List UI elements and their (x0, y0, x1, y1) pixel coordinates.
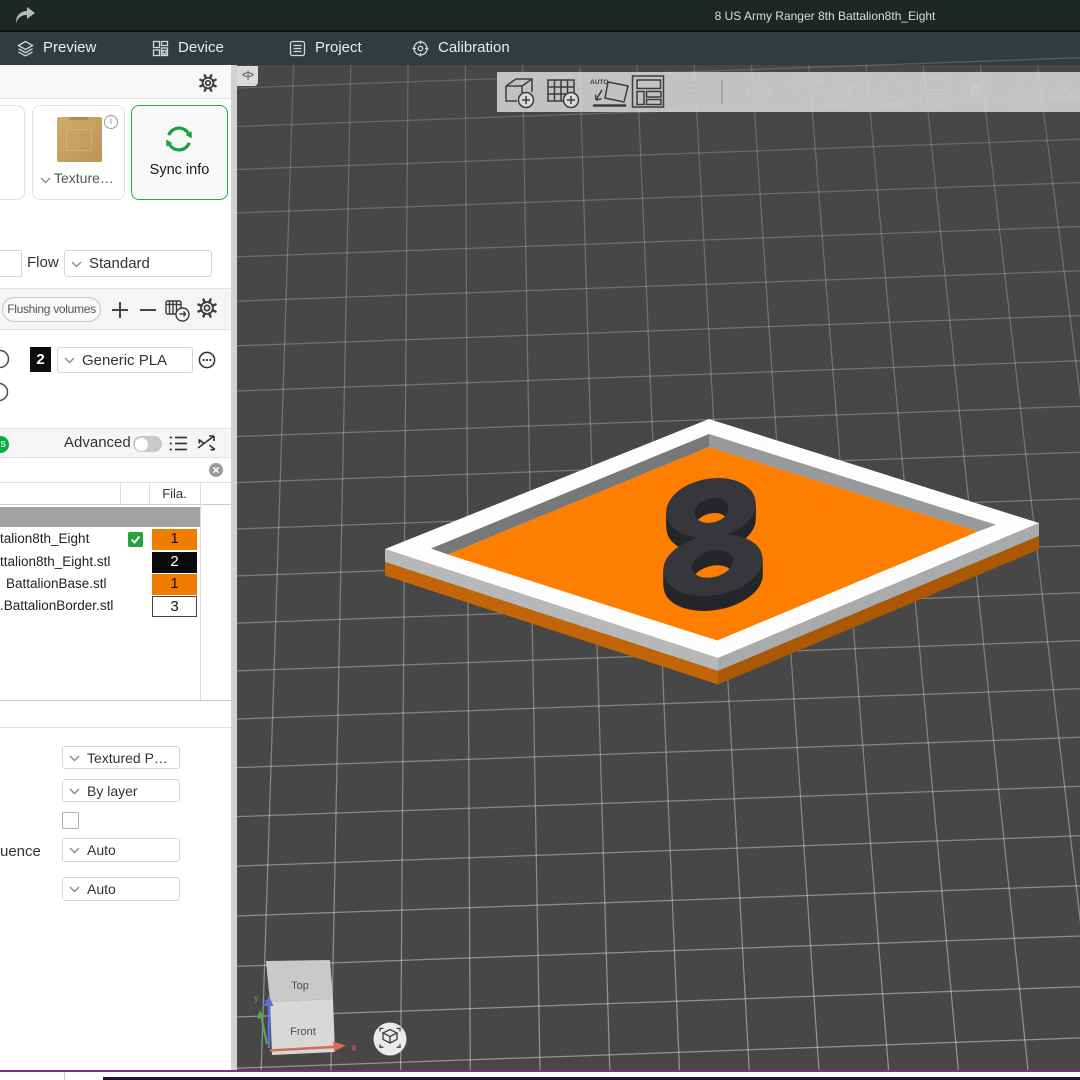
svg-text:x: x (351, 1042, 357, 1054)
svg-text:y: y (254, 993, 259, 1003)
svg-text:Top: Top (291, 980, 309, 992)
svg-text:z: z (263, 997, 268, 1007)
svg-text:Front: Front (290, 1026, 316, 1038)
